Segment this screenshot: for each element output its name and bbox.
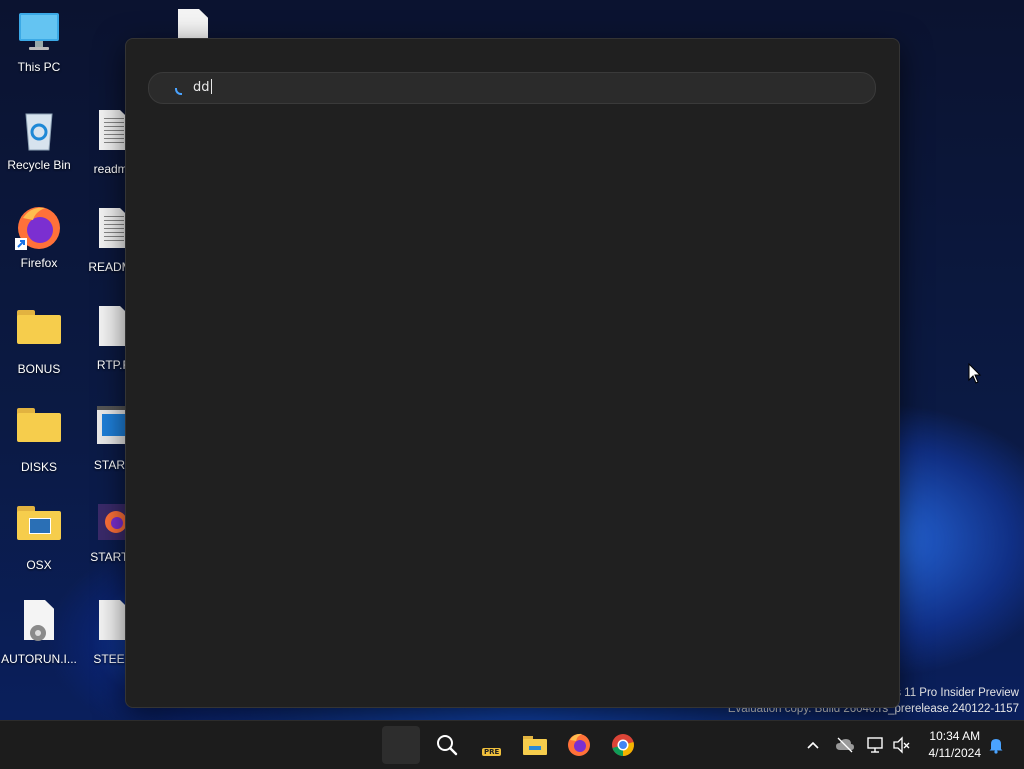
desktop-icon-label: AUTORUN.I... (1, 652, 77, 666)
desktop-icon-label: DISKS (20, 460, 57, 474)
desktop-icon-this-pc[interactable]: This PC (0, 8, 78, 74)
firefox-taskbar-button[interactable] (560, 726, 598, 764)
firefox-icon (568, 733, 590, 756)
desktop-icon-label: Recycle Bin (7, 158, 71, 172)
desktop-icon-osx[interactable]: OSX (0, 498, 78, 572)
desktop-icon-label: OSX (26, 558, 52, 572)
desktop-icon-label: BONUS (17, 362, 61, 376)
file-explorer-icon (523, 736, 547, 755)
firefox-icon (15, 204, 63, 252)
desktop-icon-recycle-bin[interactable]: Recycle Bin (0, 106, 78, 172)
chrome-taskbar-button[interactable] (604, 726, 642, 764)
widgets-button[interactable]: PRE (474, 726, 512, 764)
folder-icon (15, 408, 63, 456)
cloud-offline-icon[interactable] (835, 735, 855, 755)
clock[interactable]: 10:34 AM 4/11/2024 (929, 728, 982, 762)
folder-icon (15, 506, 63, 554)
desktop-icon-disks[interactable]: DISKS (0, 400, 78, 474)
search-query: dd (193, 79, 212, 95)
network-icon[interactable] (866, 735, 886, 755)
loading-spinner-icon (175, 88, 182, 95)
widgets-badge: PRE (482, 748, 502, 756)
text-caret (210, 79, 212, 94)
search-panel: dd (125, 38, 900, 708)
desktop-icon-file-top[interactable] (178, 9, 212, 38)
mouse-cursor-icon (968, 363, 982, 384)
desktop-icon-bonus[interactable]: BONUS (0, 302, 78, 376)
clock-date: 4/11/2024 (928, 746, 982, 760)
chevron-up-icon[interactable] (803, 735, 823, 755)
widgets-icon: PRE (479, 731, 507, 759)
folder-icon (15, 310, 63, 358)
notification-bell-icon[interactable] (986, 735, 1006, 755)
taskbar: PRE 10:34 AM 4/11/2024 (0, 720, 1024, 769)
desktop-icon-label: This PC (17, 60, 61, 74)
recycle-bin-icon (15, 106, 63, 154)
volume-muted-icon[interactable] (892, 735, 912, 755)
search-query-text: dd (193, 80, 210, 95)
search-input[interactable]: dd (148, 72, 876, 104)
monitor-icon (15, 8, 63, 56)
clock-time: 10:34 AM (929, 729, 981, 743)
desktop-icon-autorun[interactable]: AUTORUN.I... (0, 596, 78, 666)
file-explorer-button[interactable] (516, 726, 554, 764)
desktop-icon-label: Firefox (20, 256, 58, 270)
search-icon (437, 735, 458, 756)
start-button[interactable] (382, 726, 420, 764)
desktop-icon-firefox[interactable]: Firefox (0, 204, 78, 270)
settings-file-icon (15, 600, 63, 648)
taskbar-search-button[interactable] (428, 726, 466, 764)
chrome-icon (612, 734, 634, 756)
file-icon (178, 9, 208, 38)
